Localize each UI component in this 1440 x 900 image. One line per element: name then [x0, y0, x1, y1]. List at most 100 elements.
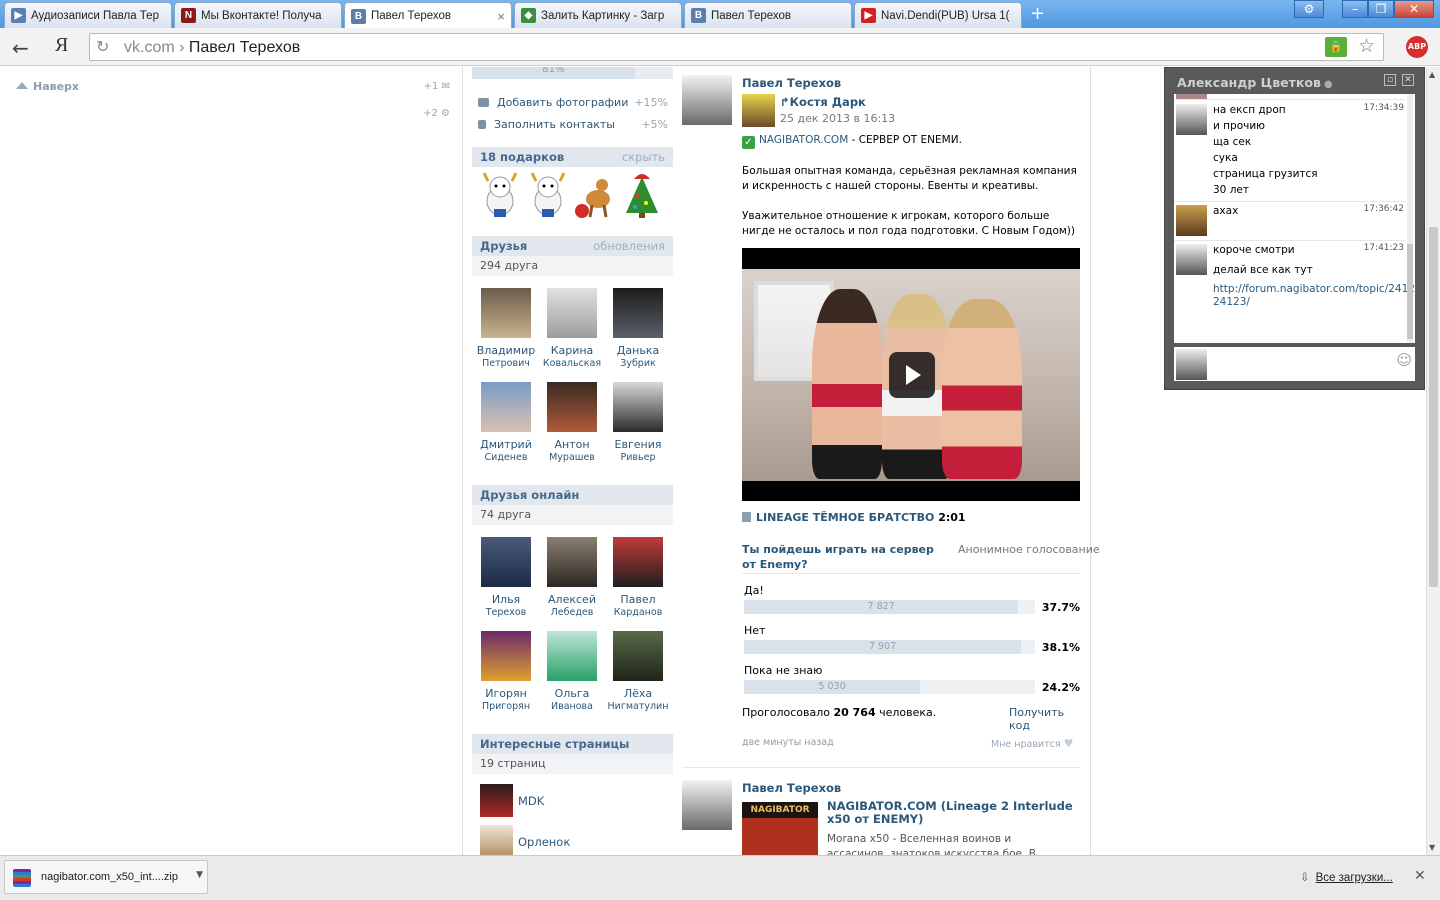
- friend-card[interactable]: Карина Ковальская: [539, 288, 605, 370]
- friend-card[interactable]: Павел Карданов: [605, 537, 671, 619]
- avatar[interactable]: [481, 631, 531, 681]
- url-text[interactable]: vk.com › Павел Терехов: [124, 39, 300, 57]
- avatar[interactable]: [547, 537, 597, 587]
- avatar[interactable]: [481, 288, 531, 338]
- minimize-icon[interactable]: –: [1342, 0, 1368, 18]
- chat-close-icon[interactable]: ✕: [1402, 74, 1414, 86]
- reload-icon[interactable]: ↻: [96, 37, 109, 56]
- chat-window[interactable]: Александр Цветков ● ▫ ✕ 17:34:39 на експ …: [1164, 67, 1425, 390]
- online-friends-count[interactable]: 74 друга: [472, 505, 673, 525]
- like-button[interactable]: Мне нравится ♥: [991, 737, 1074, 750]
- adblock-button[interactable]: ABP: [1406, 36, 1428, 58]
- scroll-up-arrow-icon[interactable]: ▲: [1429, 70, 1435, 79]
- repost-date[interactable]: 25 дек 2013 в 16:13: [780, 112, 895, 125]
- tab-youtube[interactable]: ▶ Navi.Dendi(PUB) Ursa 1(: [854, 2, 1022, 28]
- friend-card[interactable]: Владимир Петрович: [473, 288, 539, 370]
- video-player[interactable]: [742, 248, 1080, 501]
- video-title[interactable]: LINEAGE ТЁМНОЕ БРАТСТВО 2:01: [742, 511, 966, 524]
- friend-card[interactable]: Антон Мурашев: [539, 382, 605, 464]
- restore-icon[interactable]: ❐: [1368, 0, 1394, 18]
- close-tab-icon[interactable]: ×: [497, 9, 505, 24]
- avatar[interactable]: [613, 288, 663, 338]
- messages-counter[interactable]: +1 ✉: [424, 81, 450, 92]
- get-code-link[interactable]: Получить код: [1009, 706, 1082, 732]
- friend-card[interactable]: Илья Терехов: [473, 537, 539, 619]
- link-thumbnail[interactable]: NAGIBATOR: [742, 802, 818, 855]
- poll-option[interactable]: Пока не знаю 5 030 24.2%: [744, 664, 1080, 694]
- avatar[interactable]: [481, 537, 531, 587]
- avatar[interactable]: [547, 631, 597, 681]
- repost-author[interactable]: ↱Костя Дарк: [780, 95, 866, 109]
- tab-profile[interactable]: В Павел Терехов: [684, 2, 852, 28]
- gifts-header[interactable]: 18 подарков скрыть: [472, 147, 673, 167]
- friend-card[interactable]: Дмитрий Сиденев: [473, 382, 539, 464]
- gift-horse[interactable]: [572, 171, 616, 219]
- download-filename[interactable]: nagibator.com_x50_int....zip: [41, 871, 178, 883]
- chat-input-field[interactable]: ☺: [1174, 347, 1415, 381]
- all-downloads-link[interactable]: ⇩ Все загрузки...: [1300, 870, 1393, 884]
- post-timestamp[interactable]: две минуты назад: [742, 737, 834, 748]
- friend-card[interactable]: Лёха Нигматулин: [605, 631, 671, 713]
- avatar[interactable]: [613, 382, 663, 432]
- new-tab-button[interactable]: +: [1030, 5, 1045, 23]
- avatar[interactable]: [481, 382, 531, 432]
- gift-christmas-tree[interactable]: [620, 171, 664, 219]
- avatar[interactable]: [613, 631, 663, 681]
- chevron-down-icon[interactable]: ▼: [196, 870, 203, 880]
- avatar[interactable]: [480, 784, 513, 817]
- friend-card[interactable]: Игорян Пригорян: [473, 631, 539, 713]
- post-author[interactable]: Павел Терехов: [742, 781, 841, 795]
- notifications-counter[interactable]: +2 ⚙: [423, 108, 450, 119]
- post-author[interactable]: Павел Терехов: [742, 76, 841, 90]
- avatar[interactable]: [613, 537, 663, 587]
- chat-expand-icon[interactable]: ▫: [1384, 74, 1396, 86]
- friend-card[interactable]: Данька Зубрик: [605, 288, 671, 370]
- address-field[interactable]: ↻ vk.com › Павел Терехов 🔒 ☆: [89, 33, 1384, 61]
- author-avatar[interactable]: [682, 780, 732, 830]
- scrollbar-thumb[interactable]: [1429, 227, 1438, 587]
- chat-link[interactable]: http://forum.nagibator.com/topic/24123-2…: [1213, 283, 1415, 309]
- avatar[interactable]: [1176, 244, 1207, 275]
- play-button-icon[interactable]: [889, 352, 935, 398]
- close-download-bar-icon[interactable]: ✕: [1414, 868, 1426, 884]
- interesting-pages-header[interactable]: Интересные страницы: [472, 734, 673, 754]
- avatar[interactable]: [547, 382, 597, 432]
- tab-vkontakte-group[interactable]: N Мы Вконтакте! Получа: [174, 2, 342, 28]
- avatar[interactable]: [1176, 104, 1207, 135]
- scroll-down-arrow-icon[interactable]: ▼: [1429, 843, 1435, 852]
- tab-profile-active[interactable]: В Павел Терехов ×: [344, 2, 512, 29]
- page-mdk[interactable]: MDK: [480, 784, 670, 817]
- avatar[interactable]: [547, 288, 597, 338]
- interesting-pages-count[interactable]: 19 страниц: [472, 754, 673, 774]
- settings-gear-icon[interactable]: ⚙: [1294, 0, 1324, 18]
- nagibator-link[interactable]: NAGIBATOR.COM: [759, 134, 848, 146]
- repost-avatar[interactable]: [742, 94, 775, 127]
- download-item[interactable]: nagibator.com_x50_int....zip ▼: [4, 860, 208, 894]
- shared-link-title[interactable]: NAGIBATOR.COM (Lineage 2 Interlude x50 о…: [827, 800, 1077, 826]
- avatar[interactable]: [480, 825, 513, 855]
- poll-option[interactable]: Да! 7 827 37.7%: [744, 584, 1080, 614]
- chat-scrollbar[interactable]: [1407, 94, 1413, 343]
- author-avatar[interactable]: [682, 75, 732, 125]
- friend-card[interactable]: Алексей Лебедев: [539, 537, 605, 619]
- chat-scrollbar-thumb[interactable]: [1407, 244, 1413, 339]
- lock-icon[interactable]: 🔒: [1325, 37, 1347, 57]
- friend-card[interactable]: Евгения Ривьер: [605, 382, 671, 464]
- online-friends-header[interactable]: Друзья онлайн: [472, 485, 673, 505]
- task-add-photos[interactable]: Добавить фотографии +15%: [478, 96, 668, 109]
- task-fill-contacts[interactable]: Заполнить контакты +5%: [478, 118, 668, 131]
- smiley-icon[interactable]: ☺: [1396, 351, 1412, 369]
- friends-count[interactable]: 294 друга: [472, 256, 673, 276]
- tab-image-upload[interactable]: ◆ Залить Картинку - Загр: [514, 2, 682, 28]
- yandex-logo-button[interactable]: Я: [55, 34, 68, 57]
- scroll-to-top-link[interactable]: Наверх: [16, 80, 79, 93]
- poll-option[interactable]: Нет 7 907 38.1%: [744, 624, 1080, 654]
- close-window-icon[interactable]: ✕: [1394, 0, 1434, 18]
- friends-header[interactable]: Друзья обновления: [472, 236, 673, 256]
- gift-dog-2[interactable]: [526, 171, 570, 219]
- chat-title[interactable]: Александр Цветков ●: [1177, 75, 1333, 90]
- back-arrow-icon[interactable]: ←: [12, 36, 29, 60]
- page-scrollbar[interactable]: ▲ ▼: [1426, 67, 1440, 855]
- avatar[interactable]: [1176, 205, 1207, 236]
- page-orlenok[interactable]: Орленок: [480, 825, 670, 855]
